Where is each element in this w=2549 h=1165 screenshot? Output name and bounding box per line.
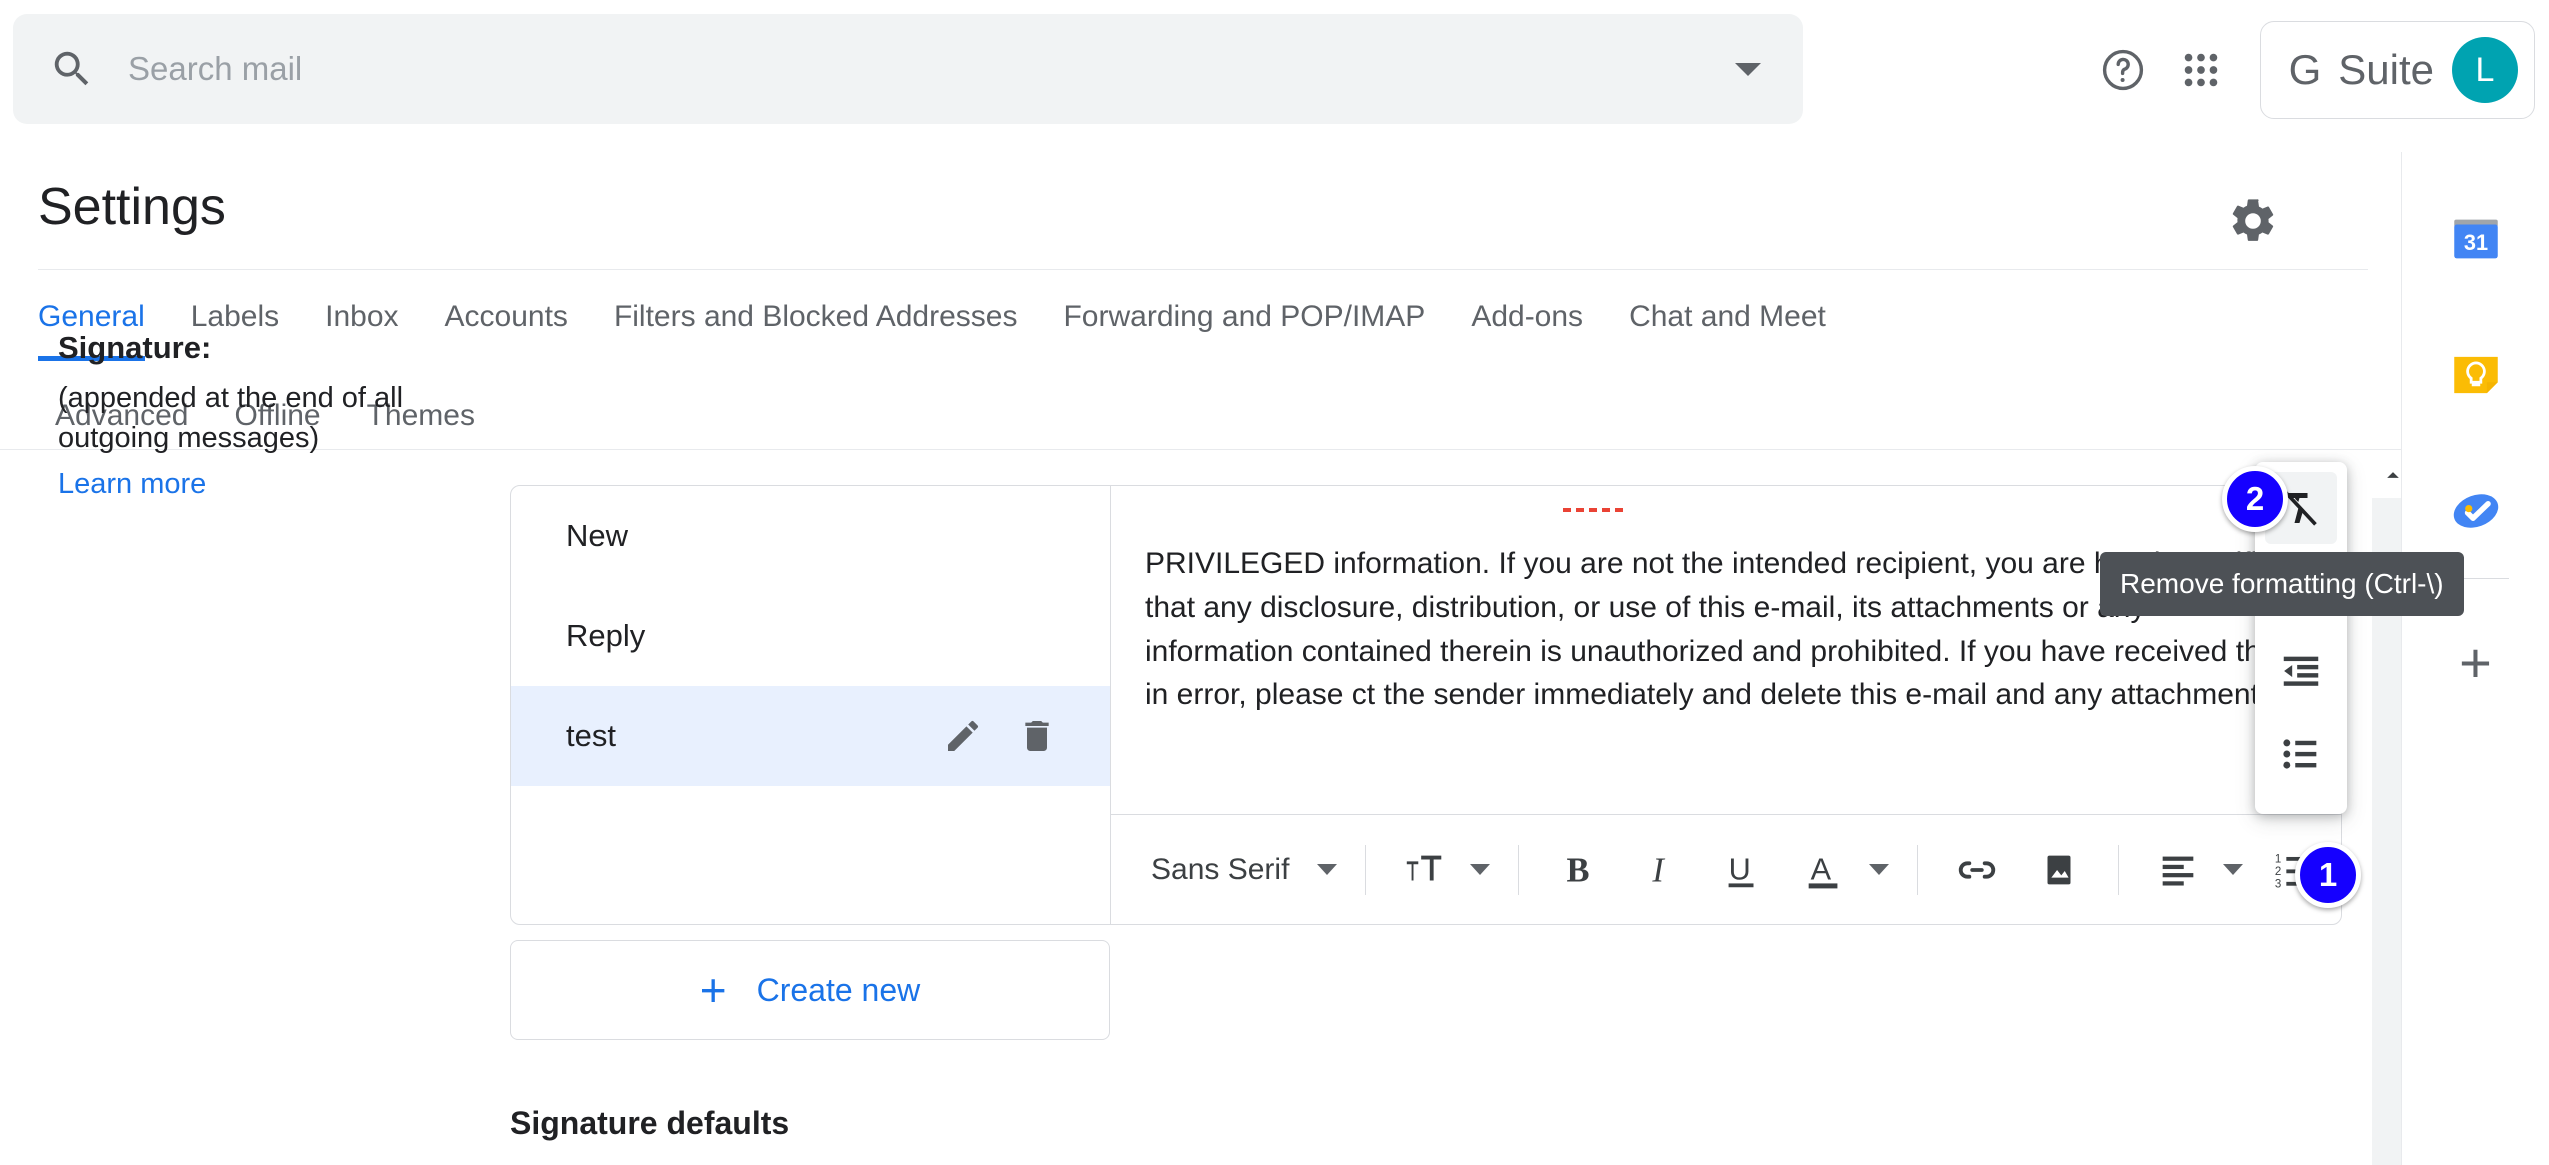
text-size-button[interactable]: [1384, 834, 1500, 906]
create-new-label: Create new: [756, 971, 921, 1008]
text-color-icon: A: [1809, 852, 1838, 888]
list-item[interactable]: test: [511, 686, 1110, 786]
avatar[interactable]: L: [2452, 37, 2518, 103]
underline-icon: U: [1728, 852, 1754, 887]
signature-card: New Reply test PRIVILEGED information. I…: [510, 485, 2342, 925]
apps-grid-button[interactable]: [2162, 31, 2240, 109]
font-family-label: Sans Serif: [1151, 852, 1290, 886]
search-bar[interactable]: [13, 14, 1803, 124]
gsuite-brand-g: G: [2288, 46, 2322, 93]
help-button[interactable]: [2084, 31, 2162, 109]
toolbar-divider: [1917, 844, 1919, 895]
tab-chat-and-meet[interactable]: Chat and Meet: [1629, 300, 1826, 361]
signature-description: (appended at the end of all outgoing mes…: [58, 382, 404, 455]
toolbar-divider: [1365, 844, 1367, 895]
insert-image-button[interactable]: [2018, 834, 2100, 906]
list-item-empty: [511, 786, 1110, 886]
italic-button[interactable]: I: [1619, 834, 1701, 906]
list-item[interactable]: New: [511, 486, 1110, 586]
align-icon: [2163, 856, 2194, 886]
top-bar: G Suite L: [0, 0, 2549, 152]
svg-text:1: 1: [2275, 853, 2281, 865]
tab-add-ons[interactable]: Add-ons: [1471, 300, 1583, 361]
settings-gear-button[interactable]: [2220, 188, 2286, 254]
google-keep-icon[interactable]: [2447, 346, 2505, 404]
signature-editor-body[interactable]: PRIVILEGED information. If you are not t…: [1111, 486, 2341, 814]
text-color-button[interactable]: A: [1783, 834, 1899, 906]
tab-filters-and-blocked-addresses[interactable]: Filters and Blocked Addresses: [614, 300, 1018, 361]
step-badge-2: 2: [2222, 466, 2288, 532]
signature-defaults-heading: Signature defaults: [510, 1105, 790, 1141]
chevron-down-icon: [1869, 864, 1890, 875]
gear-icon: [2232, 199, 2274, 241]
svg-text:A: A: [1811, 852, 1832, 886]
search-icon: [49, 46, 95, 92]
insert-link-button[interactable]: [1936, 834, 2018, 906]
svg-text:3: 3: [2275, 878, 2281, 890]
search-options-button[interactable]: [1693, 14, 1803, 124]
google-tasks-icon[interactable]: [2447, 482, 2505, 540]
font-family-dropdown[interactable]: Sans Serif: [1141, 834, 1347, 906]
chevron-down-icon: [1735, 62, 1761, 76]
header-divider: [38, 269, 2368, 270]
plus-icon: +: [699, 964, 727, 1016]
signature-name: Reply: [566, 618, 646, 653]
svg-text:U: U: [1729, 852, 1751, 886]
toolbar-divider: [1518, 844, 1520, 895]
add-app-button[interactable]: +: [2459, 635, 2492, 691]
toolbar-divider: [2118, 844, 2120, 895]
top-right-actions: G Suite L: [2084, 10, 2535, 130]
align-button[interactable]: [2137, 834, 2253, 906]
text-size-icon: [1407, 855, 1442, 881]
list-item[interactable]: Reply: [511, 586, 1110, 686]
tab-forwarding-and-pop-imap[interactable]: Forwarding and POP/IMAP: [1063, 300, 1425, 361]
delete-signature-button[interactable]: [1009, 708, 1065, 764]
signature-label-block: Signature: (appended at the end of all o…: [58, 330, 478, 501]
gsuite-brand-text: Suite: [2338, 46, 2434, 93]
signature-name: New: [566, 518, 629, 553]
svg-text:31: 31: [2463, 230, 2487, 255]
edit-signature-button[interactable]: [935, 708, 991, 764]
chevron-down-icon: [1317, 864, 1338, 875]
page-title: Settings: [38, 178, 226, 236]
underline-button[interactable]: U: [1701, 834, 1783, 906]
spellcheck-dashes: [1563, 508, 1623, 512]
bold-icon: B: [1567, 851, 1590, 889]
indent-decrease-icon: [2283, 656, 2319, 686]
google-calendar-icon[interactable]: 31: [2447, 210, 2505, 268]
trash-icon: [1025, 721, 1049, 751]
image-icon: [2047, 855, 2071, 884]
learn-more-link[interactable]: Learn more: [58, 468, 478, 501]
link-icon: [1959, 860, 1996, 879]
signature-name: test: [566, 718, 616, 753]
signature-list: New Reply test: [511, 486, 1111, 924]
bold-button[interactable]: B: [1537, 834, 1619, 906]
step-badge-1: 1: [2295, 842, 2361, 908]
bulleted-list-button[interactable]: [2265, 718, 2337, 790]
formatting-toolbar: Sans Serif B I U A 1 2 3: [1111, 814, 2341, 924]
signature-heading: Signature:: [58, 330, 212, 365]
search-input[interactable]: [128, 50, 1693, 88]
tooltip: Remove formatting (Ctrl-\): [2100, 552, 2464, 616]
gsuite-account-chip[interactable]: G Suite L: [2259, 21, 2535, 119]
indent-decrease-button[interactable]: [2265, 636, 2337, 708]
italic-icon: I: [1652, 851, 1666, 889]
chevron-down-icon: [2223, 864, 2244, 875]
bulleted-list-icon: [2283, 739, 2317, 769]
svg-text:B: B: [1567, 851, 1590, 889]
chevron-down-icon: [1470, 864, 1491, 875]
svg-text:2: 2: [2275, 865, 2281, 877]
pencil-icon: [948, 720, 979, 751]
side-app-rail: 31 +: [2401, 152, 2549, 1165]
svg-text:I: I: [1652, 851, 1666, 889]
create-new-signature-button[interactable]: + Create new: [510, 940, 1110, 1040]
